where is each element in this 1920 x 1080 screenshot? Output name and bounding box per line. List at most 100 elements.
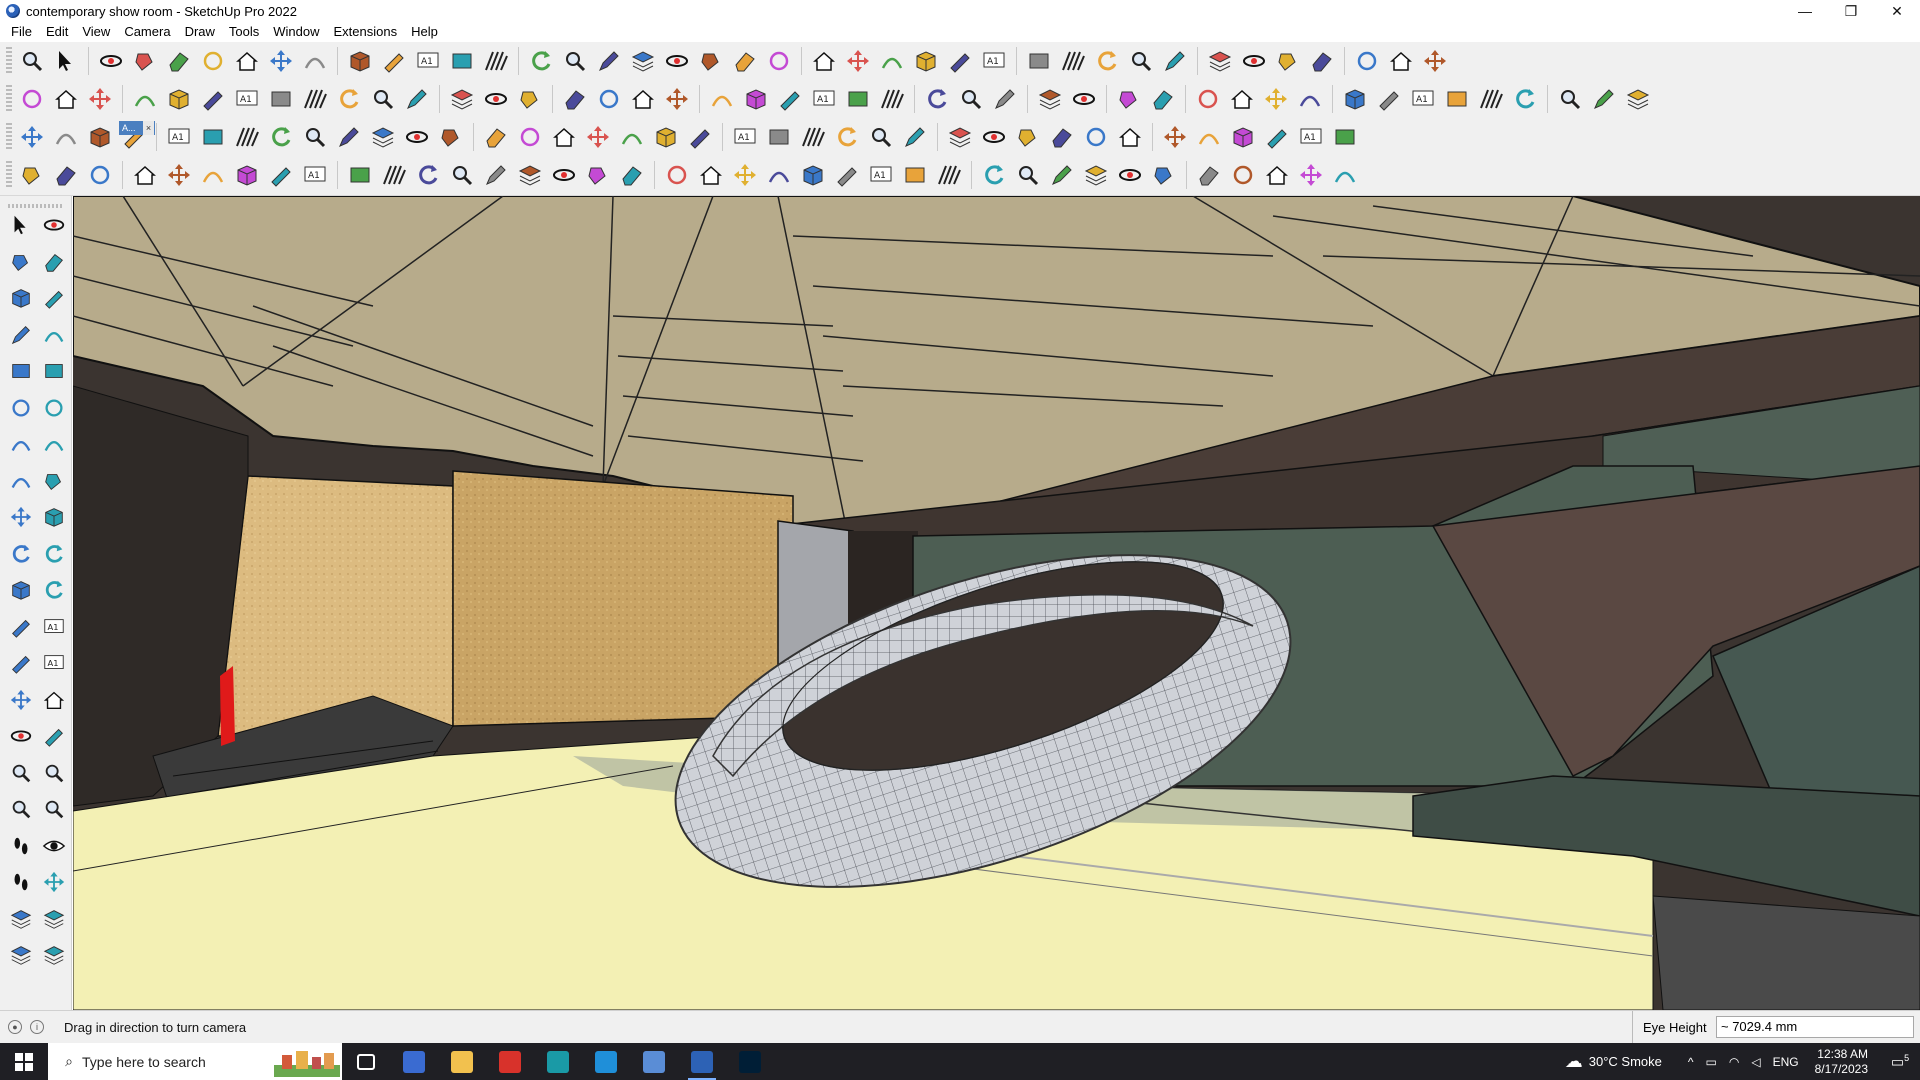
arc-tool-icon[interactable] — [876, 45, 908, 77]
feet-tool-icon[interactable] — [6, 831, 36, 861]
layers-tool-icon[interactable] — [367, 121, 399, 153]
menu-draw[interactable]: Draw — [178, 22, 222, 42]
rotate-tool-icon[interactable] — [978, 159, 1010, 191]
layers-tool-icon[interactable] — [1034, 83, 1066, 115]
eraser-tool-icon[interactable] — [39, 247, 69, 277]
move-tool-icon[interactable] — [84, 83, 116, 115]
pencil-tool-icon[interactable] — [989, 83, 1021, 115]
circle-tool-icon[interactable] — [763, 45, 795, 77]
rect-tool-icon[interactable] — [1329, 121, 1361, 153]
house-tool-icon[interactable] — [1114, 121, 1146, 153]
circle-tool-icon[interactable] — [39, 393, 69, 423]
rotate-tool-icon[interactable] — [1091, 45, 1123, 77]
box-tool-icon[interactable] — [910, 45, 942, 77]
stripes-tool-icon[interactable] — [797, 121, 829, 153]
rect-tool-icon[interactable] — [197, 121, 229, 153]
layers-tool-icon[interactable] — [6, 940, 36, 970]
circle-tool-icon[interactable] — [1227, 159, 1259, 191]
layers-tool-icon[interactable] — [1080, 159, 1112, 191]
move-tool-icon[interactable] — [842, 45, 874, 77]
move-tool-icon[interactable] — [6, 502, 36, 532]
house-tool-icon[interactable] — [50, 83, 82, 115]
zoom-tool-icon[interactable] — [1125, 45, 1157, 77]
stripes-tool-icon[interactable] — [299, 83, 331, 115]
zoom-tool-icon[interactable] — [367, 83, 399, 115]
house-tool-icon[interactable] — [1226, 83, 1258, 115]
arc-tool-icon[interactable] — [1193, 121, 1225, 153]
geolocation-icon[interactable]: ● — [8, 1020, 22, 1034]
move-tool-icon[interactable] — [661, 83, 693, 115]
paint-tool-icon[interactable] — [1148, 159, 1180, 191]
orbit-tool-icon[interactable] — [480, 83, 512, 115]
3ds-max-taskbar-icon[interactable] — [534, 1043, 582, 1080]
tape-tool-icon[interactable] — [684, 121, 716, 153]
text-tool-icon[interactable]: A1 — [163, 121, 195, 153]
orbit-tool-icon[interactable] — [6, 721, 36, 751]
move-tool-icon[interactable] — [582, 121, 614, 153]
zoom-tool-icon[interactable] — [6, 758, 36, 788]
toolbar-grip[interactable] — [6, 123, 12, 151]
arc-tool-icon[interactable] — [6, 466, 36, 496]
box-tool-icon[interactable] — [344, 45, 376, 77]
stripes-tool-icon[interactable] — [1475, 83, 1507, 115]
circle-tool-icon[interactable] — [197, 45, 229, 77]
house-tool-icon[interactable] — [1385, 45, 1417, 77]
house-tool-icon[interactable] — [627, 83, 659, 115]
menu-extensions[interactable]: Extensions — [327, 22, 405, 42]
menu-edit[interactable]: Edit — [39, 22, 75, 42]
layers-tool-icon[interactable] — [627, 45, 659, 77]
box-tool-icon[interactable] — [39, 502, 69, 532]
pencil-tool-icon[interactable] — [480, 159, 512, 191]
zoom-tool-icon[interactable] — [16, 45, 48, 77]
model-viewport[interactable] — [73, 196, 1920, 1010]
stripes-tool-icon[interactable] — [1057, 45, 1089, 77]
circle-tool-icon[interactable] — [6, 393, 36, 423]
house-tool-icon[interactable] — [695, 159, 727, 191]
move-tool-icon[interactable] — [265, 45, 297, 77]
task-view-taskbar-icon[interactable] — [342, 1043, 390, 1080]
weather-widget[interactable]: ☁ 30°C Smoke — [1565, 1051, 1662, 1072]
tape-tool-icon[interactable] — [944, 45, 976, 77]
text-tool-icon[interactable]: A1 — [729, 121, 761, 153]
menu-view[interactable]: View — [75, 22, 117, 42]
house-tool-icon[interactable] — [129, 159, 161, 191]
paint-tool-icon[interactable] — [129, 45, 161, 77]
arc-tool-icon[interactable] — [50, 121, 82, 153]
circle-tool-icon[interactable] — [661, 159, 693, 191]
eraser-tool-icon[interactable] — [480, 121, 512, 153]
menu-file[interactable]: File — [4, 22, 39, 42]
paint-tool-icon[interactable] — [695, 45, 727, 77]
layers-tool-icon[interactable] — [6, 904, 36, 934]
menu-tools[interactable]: Tools — [222, 22, 266, 42]
layers-tool-icon[interactable] — [39, 940, 69, 970]
paint-tool-icon[interactable] — [1012, 121, 1044, 153]
arc-tool-icon[interactable] — [6, 429, 36, 459]
box-tool-icon[interactable] — [163, 83, 195, 115]
menu-camera[interactable]: Camera — [117, 22, 177, 42]
wifi-icon[interactable]: ◠ — [1729, 1055, 1739, 1069]
arrow-tool-icon[interactable] — [6, 210, 36, 240]
house-tool-icon[interactable] — [1261, 159, 1293, 191]
layers-tool-icon[interactable] — [1622, 83, 1654, 115]
move-tool-icon[interactable] — [1295, 159, 1327, 191]
floating-toolbar-tab[interactable]: A... × — [119, 121, 155, 135]
move-tool-icon[interactable] — [6, 685, 36, 715]
eraser-tool-icon[interactable] — [1046, 121, 1078, 153]
move-tool-icon[interactable] — [729, 159, 761, 191]
arc-tool-icon[interactable] — [763, 159, 795, 191]
rotate-tool-icon[interactable] — [412, 159, 444, 191]
paint-tool-icon[interactable] — [6, 247, 36, 277]
toolbar-grip[interactable] — [6, 85, 12, 113]
photoshop-taskbar-icon[interactable] — [726, 1043, 774, 1080]
house-tool-icon[interactable] — [39, 685, 69, 715]
stripes-tool-icon[interactable] — [480, 45, 512, 77]
orbit-tool-icon[interactable] — [661, 45, 693, 77]
box-tool-icon[interactable] — [650, 121, 682, 153]
arc-tool-icon[interactable] — [299, 45, 331, 77]
pencil-tool-icon[interactable] — [6, 320, 36, 350]
calculator-taskbar-icon[interactable] — [390, 1043, 438, 1080]
eraser-tool-icon[interactable] — [616, 159, 648, 191]
circle-tool-icon[interactable] — [593, 83, 625, 115]
rect-tool-icon[interactable] — [265, 83, 297, 115]
pencil-tool-icon[interactable] — [1159, 45, 1191, 77]
